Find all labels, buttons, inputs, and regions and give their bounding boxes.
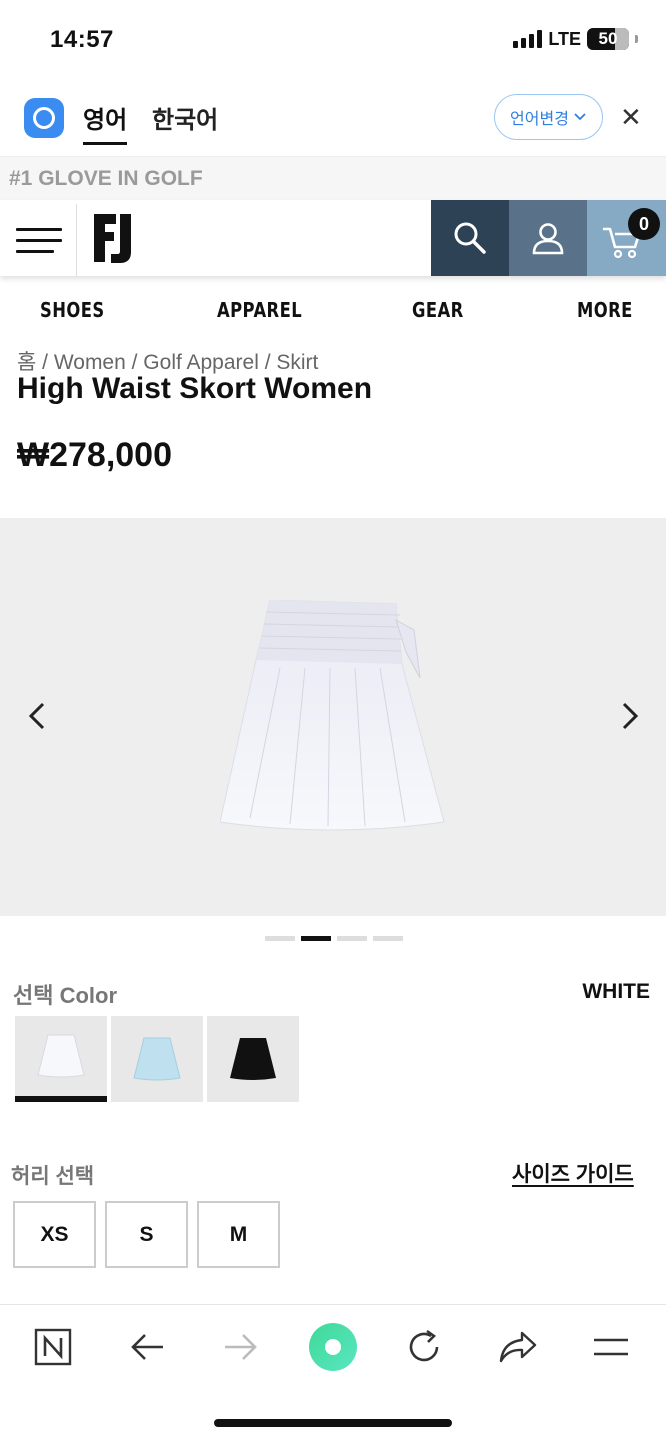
translator-logo-icon [24,98,64,138]
account-button[interactable] [509,200,587,276]
swatch-image [230,1038,276,1080]
size-option-m[interactable]: M [197,1201,280,1268]
change-language-label: 언어변경 [510,111,569,128]
gallery-pagination [265,936,403,941]
battery-icon: 50 [587,28,629,50]
forward-arrow-icon[interactable] [218,1325,262,1369]
promo-text: #1 GLOVE IN GOLF [9,167,203,190]
translate-bar: 영어 한국어 언어변경 ✕ [0,80,666,156]
close-icon[interactable]: ✕ [620,102,642,133]
search-icon [454,222,486,254]
size-option-s[interactable]: S [105,1201,188,1268]
tab-korean[interactable]: 한국어 [152,100,218,135]
network-label: LTE [548,28,581,49]
product-price: ₩278,000 [17,436,172,474]
swatch-image [37,1034,85,1078]
hamburger-icon[interactable] [16,224,62,258]
site-header: 0 [0,200,666,276]
nav-item-apparel[interactable]: APPAREL [217,298,302,322]
battery-level: 50 [598,29,618,48]
color-label: 선택 Color [13,983,118,1008]
share-icon[interactable] [496,1325,540,1369]
pagination-dot-active[interactable] [301,936,331,941]
promo-strip: #1 GLOVE IN GOLF [0,156,666,200]
header-divider [76,204,77,276]
naver-n-icon[interactable] [31,1325,75,1369]
color-swatch-light-blue[interactable] [111,1016,203,1102]
reload-icon[interactable] [402,1325,446,1369]
menu-icon[interactable] [589,1325,633,1369]
chevron-left-icon[interactable] [18,696,58,736]
chevron-right-icon[interactable] [610,696,650,736]
browser-toolbar [0,1304,666,1440]
main-nav: SHOES APPAREL GEAR MORE [0,276,666,346]
back-arrow-icon[interactable] [126,1325,170,1369]
green-dot-icon[interactable] [307,1321,359,1373]
color-swatch-black[interactable] [207,1016,299,1102]
selected-color-value: WHITE [582,980,650,1003]
product-image-gallery[interactable] [0,518,666,916]
tab-english[interactable]: 영어 [83,100,128,145]
size-label: 허리 선택 [11,1165,95,1188]
product-title: High Waist Skort Women [17,372,373,405]
pagination-dot[interactable] [337,936,367,941]
search-button[interactable] [431,200,509,276]
cart-count-badge: 0 [628,208,660,240]
status-time: 14:57 [50,26,114,53]
pagination-dot[interactable] [265,936,295,941]
chevron-down-icon [574,113,586,121]
cart-button[interactable]: 0 [587,200,666,276]
change-language-button[interactable]: 언어변경 [494,94,603,140]
color-swatch-white[interactable] [15,1016,107,1102]
status-indicators: LTE 50 [513,28,638,50]
battery-tip [635,35,638,43]
size-option-xs[interactable]: XS [13,1201,96,1268]
nav-item-shoes[interactable]: SHOES [40,298,105,322]
swatch-image [133,1037,181,1081]
nav-item-more[interactable]: MORE [577,298,633,322]
fj-logo[interactable] [92,210,140,266]
signal-icon [513,30,543,48]
status-bar: 14:57 LTE 50 [0,0,666,80]
home-indicator[interactable] [214,1419,452,1427]
nav-item-gear[interactable]: GEAR [412,298,464,322]
pagination-dot[interactable] [373,936,403,941]
product-image [220,600,445,831]
size-guide-link[interactable]: 사이즈 가이드 [512,1158,634,1188]
user-icon [532,223,564,255]
